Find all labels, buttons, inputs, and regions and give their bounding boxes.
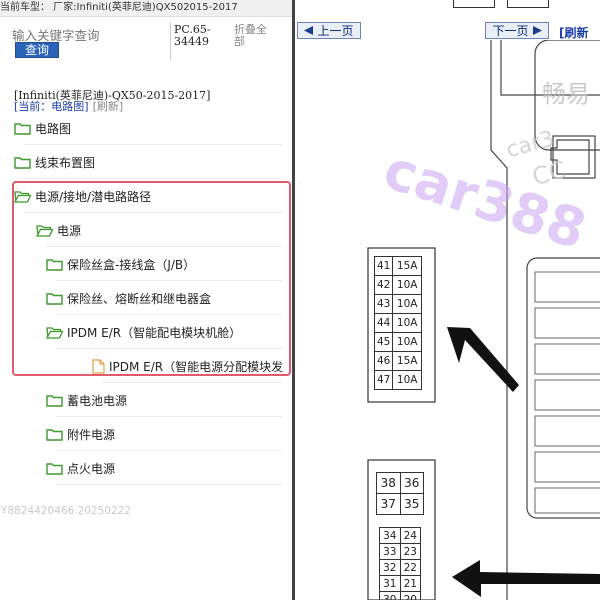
arrow-left-icon: [304, 26, 314, 35]
fuse-row: 46 15A: [373, 351, 422, 371]
tree-item[interactable]: 电路图: [14, 117, 71, 139]
fuse-number: 31: [379, 575, 401, 592]
fuse-row: 43 10A: [373, 294, 422, 314]
tree-item-label: 线束布置图: [35, 155, 96, 170]
search-input[interactable]: [12, 27, 164, 43]
row-divider: [56, 484, 282, 485]
fuse-table-c: 34 24 33 23 32 22 31 21 30 20: [379, 527, 421, 600]
fuse-row: 44 10A: [373, 313, 422, 333]
fuse-amperage: 15A: [392, 351, 422, 371]
current-suffix: ]: [84, 100, 89, 113]
next-page-button[interactable]: 下一页: [485, 22, 549, 39]
callout-arrow: [452, 560, 600, 597]
search-button[interactable]: 查询: [15, 42, 59, 58]
folder-icon: [14, 122, 31, 135]
fuse-row: 38 36: [376, 472, 424, 494]
fuse-number: 20: [399, 591, 421, 600]
watermark-cn: 畅易: [542, 80, 590, 108]
fuse-number: 24: [399, 527, 421, 544]
refresh-link[interactable]: [刷新]: [93, 100, 124, 113]
left-watermark: FY8824420466.20250222: [0, 505, 132, 517]
search-divider: [170, 22, 171, 60]
highlight-box: [12, 181, 291, 376]
fuse-number: 30: [379, 591, 401, 600]
callout-arrow: [447, 327, 519, 392]
fuse-table-b: 38 36 37 35: [376, 472, 424, 515]
fuse-number: 34: [379, 527, 401, 544]
fuse-amperage: 10A: [392, 332, 422, 352]
tree-item-label: 点火电源: [67, 461, 116, 476]
fuse-number: 21: [399, 575, 421, 592]
arrow-right-icon: [532, 26, 542, 35]
fuse-row: 41 15A: [373, 256, 422, 276]
row-divider: [24, 178, 282, 179]
tree-item-label: 蓄电池电源: [67, 393, 128, 408]
fuse-number: 42: [373, 275, 394, 295]
document-code: PC.65-34449: [174, 23, 211, 48]
prev-page-label: 上一页: [317, 24, 354, 38]
toolbar-tab[interactable]: [453, 0, 495, 8]
watermark-small: car3: [504, 126, 557, 163]
diagram-viewer: 上一页 下一页 [刷新 car388 畅易 car3 CC 41 15A 42 …: [295, 0, 600, 600]
tree-item[interactable]: 蓄电池电源: [46, 389, 127, 411]
current-value[interactable]: 电路图: [51, 100, 84, 113]
fuse-number: 47: [373, 370, 394, 390]
vehicle-info-bar: 当前车型： 厂家:Infiniti(英菲尼迪)QX502015-2017: [0, 0, 292, 17]
fuse-number: 37: [376, 493, 401, 515]
fuse-row: 31 21: [379, 575, 421, 592]
tree-item[interactable]: 附件电源: [46, 423, 115, 445]
fuse-amperage: 10A: [392, 370, 422, 390]
fuse-number: 32: [379, 559, 401, 576]
folder-icon: [46, 428, 63, 441]
fuse-number: 23: [399, 543, 421, 560]
fuse-row: 47 10A: [373, 370, 422, 390]
toolbar-tab[interactable]: [507, 0, 549, 8]
watermark-small-2: CC: [529, 156, 569, 192]
fuse-amperage: 10A: [392, 313, 422, 333]
fuse-row: 32 22: [379, 559, 421, 576]
row-divider: [56, 450, 282, 451]
fold-all-button[interactable]: 折叠全部: [234, 24, 274, 48]
fuse-box-diagram: car388 畅易 car3 CC: [367, 40, 600, 600]
fuse-amperage: 10A: [392, 275, 422, 295]
fuse-number: 35: [399, 493, 424, 515]
fuse-number: 38: [376, 472, 401, 494]
fuse-number: 46: [373, 351, 394, 371]
fuse-amperage: 10A: [392, 294, 422, 314]
current-prefix: [当前：: [14, 100, 52, 113]
fuse-row: 30 20: [379, 591, 421, 600]
tree-item-label: 附件电源: [67, 427, 116, 442]
tree-item[interactable]: 点火电源: [46, 457, 115, 479]
fuse-number: 22: [399, 559, 421, 576]
fuse-number: 44: [373, 313, 394, 333]
folder-icon: [46, 394, 63, 407]
fuse-number: 33: [379, 543, 401, 560]
viewer-refresh-link[interactable]: [刷新: [559, 24, 589, 41]
folder-icon: [46, 462, 63, 475]
prev-page-button[interactable]: 上一页: [297, 22, 361, 39]
fuse-row: 34 24: [379, 527, 421, 544]
fuse-row: 33 23: [379, 543, 421, 560]
fuse-number: 45: [373, 332, 394, 352]
fuse-table-a: 41 15A 42 10A 43 10A 44 10A 45 10A 46 15A 47 10A: [373, 256, 422, 390]
fuse-number: 36: [399, 472, 424, 494]
folder-icon: [14, 156, 31, 169]
row-divider: [102, 382, 282, 383]
fuse-row: 37 35: [376, 493, 424, 515]
fuse-amperage: 15A: [392, 256, 422, 276]
fuse-number: 41: [373, 256, 394, 276]
current-location: [当前：电路图] [刷新]: [14, 98, 123, 114]
fuse-row: 45 10A: [373, 332, 422, 352]
next-page-label: 下一页: [492, 24, 529, 38]
tree-item-label: 电路图: [35, 121, 72, 136]
fuse-row: 42 10A: [373, 275, 422, 295]
row-divider: [56, 416, 282, 417]
tree-item[interactable]: 线束布置图: [14, 151, 95, 173]
fuse-number: 43: [373, 294, 394, 314]
left-panel: 当前车型： 厂家:Infiniti(英菲尼迪)QX502015-2017 查询 …: [0, 0, 292, 600]
row-divider: [24, 144, 282, 145]
